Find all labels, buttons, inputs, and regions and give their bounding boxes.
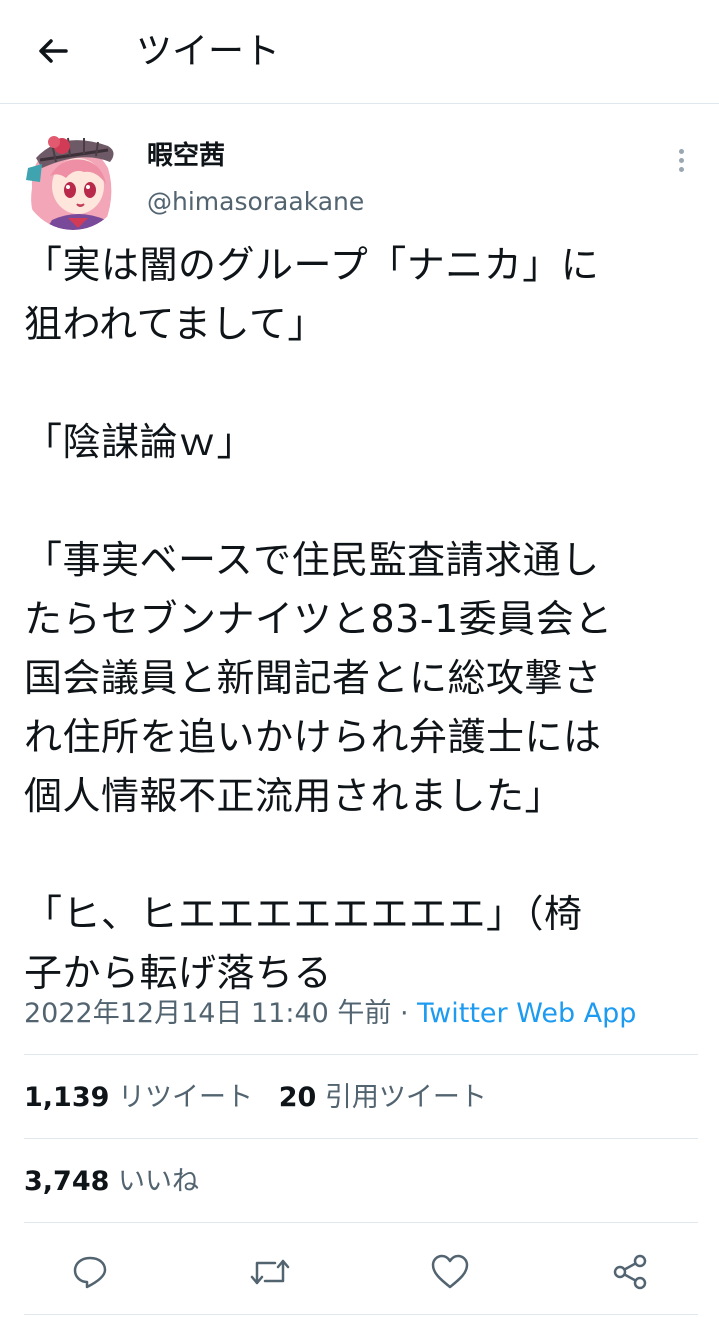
divider [24,1314,698,1315]
more-dot [678,166,684,172]
retweets-label: リツイート [118,1082,253,1113]
meta-separator: · [391,998,418,1029]
divider [24,1054,698,1055]
reply-button[interactable] [68,1250,112,1294]
tweet-timestamp[interactable]: 2022年12月14日 11:40 午前 [24,998,391,1029]
avatar[interactable] [22,128,124,230]
likes-label: いいね [118,1166,199,1197]
anime-girl-avatar [22,128,124,230]
quotes-label: 引用ツイート [324,1082,487,1113]
like-stats: 3,748 いいね [24,1162,199,1202]
like-icon [431,1254,469,1289]
likes-count: 3,748 [24,1166,110,1197]
retweets-link[interactable]: 1,139 リツイート [24,1082,253,1113]
more-dot [678,157,684,163]
action-bar [0,1240,719,1304]
divider [24,1138,698,1139]
quotes-link[interactable]: 20 引用ツイート [279,1082,487,1113]
more-options-button[interactable] [668,144,694,176]
back-button[interactable] [32,30,74,72]
retweets-count: 1,139 [24,1082,110,1113]
arrow-left-icon [39,39,68,63]
divider [24,1222,698,1223]
quotes-count: 20 [278,1082,317,1113]
page-title: ツイート [136,31,281,72]
like-button[interactable] [428,1250,472,1294]
retweet-icon [250,1259,290,1285]
more-dot [678,148,684,154]
tweet-text: 「実は闇のグループ「ナニカ」に 狙われてまして」 「陰謀論ｗ」 「事実ベースで住… [24,243,613,995]
likes-link[interactable]: 3,748 いいね [24,1166,199,1197]
share-icon [613,1254,647,1290]
top-bar: ツイート [0,0,719,104]
user-handle[interactable]: @himasoraakane [147,184,364,220]
tweet-meta: 2022年12月14日 11:40 午前 · Twitter Web App [24,994,636,1034]
tweet-source[interactable]: Twitter Web App [417,998,636,1029]
retweet-button[interactable] [248,1250,292,1294]
reply-icon [73,1256,107,1289]
display-name[interactable]: 暇空茜 [147,138,225,174]
retweet-stats: 1,139 リツイート 20 引用ツイート [24,1078,487,1118]
share-button[interactable] [608,1250,652,1294]
